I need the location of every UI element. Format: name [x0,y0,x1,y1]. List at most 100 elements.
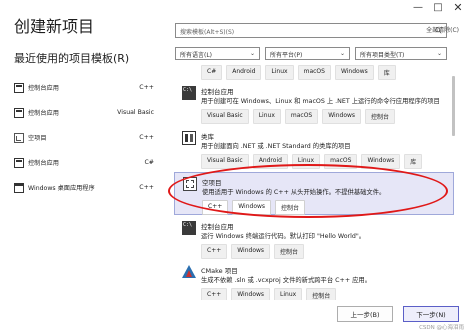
template-description: 使用适用于 Windows 的 C++ 从头开始操作。不提供基础文件。 [202,189,386,196]
search-input[interactable]: 搜索模板(Alt+S)(S) [175,23,447,38]
console-icon [14,82,24,93]
tag: C# [201,65,223,80]
chevron-down-icon: ⌄ [249,50,255,57]
template-name: 控制台应用 [201,223,234,231]
recent-item[interactable]: 控制台应用 C++ [14,75,154,100]
recent-item[interactable]: 空项目 C++ [14,125,154,150]
recent-templates-list: 控制台应用 C++ 控制台应用 Visual Basic 空项目 C++ 控制台… [14,75,154,200]
template-description: 生成不依赖 .sln 或 .vcxproj 文件的新式跨平台 C++ 应用。 [201,277,371,284]
recent-item-lang: C++ [139,84,154,91]
recent-item-lang: C++ [139,134,154,141]
tag: Linux [265,65,294,80]
language-filter-value: 所有语言(L) [180,52,213,59]
platform-filter[interactable]: 所有平台(P) ⌄ [265,47,350,60]
tag: C++ [201,244,228,259]
tag-row: C# Android Linux macOS Windows 库 [201,65,396,80]
back-button[interactable]: 上一步(B) [337,306,393,322]
empty-project-icon [14,132,24,143]
template-item[interactable]: 控制台应用 用于创建可在 Windows、Linux 和 macOS 上 .NE… [174,83,454,127]
recent-item-lang: C++ [139,184,154,191]
tag-row: Visual Basic Android Linux macOS Windows… [201,154,423,169]
tag: Linux [252,109,281,124]
tag: Windows [361,154,401,169]
template-name: 控制台应用 [201,88,234,96]
tag-row: C++ Windows 控制台 [201,244,305,259]
template-list-scrollbar[interactable] [450,64,457,300]
template-item[interactable]: C# Android Linux macOS Windows 库 [174,64,454,80]
recent-item-lang: Visual Basic [117,109,154,116]
platform-filter-value: 所有平台(P) [270,52,303,59]
console-icon [182,86,196,100]
tag: C++ [201,288,228,300]
recent-templates-heading: 最近使用的项目模板(R) [14,52,130,65]
chevron-down-icon: ⌄ [436,50,442,57]
window-controls: — □ ✕ [412,1,464,14]
console-icon [182,221,196,235]
template-item[interactable]: 类库 用于创建面向 .NET 或 .NET Standard 的类库的项目 Vi… [174,128,454,170]
recent-item-lang: C# [144,159,154,166]
tag: 库 [404,154,423,169]
tag: Linux [274,288,303,300]
template-item-selected[interactable]: 空项目 使用适用于 Windows 的 C++ 从头开始操作。不提供基础文件。 … [174,172,454,215]
watermark: CSDN @心海泪雨 [419,325,464,331]
recent-item[interactable]: Windows 桌面应用程序 C++ [14,175,154,200]
minimize-button[interactable]: — [412,1,424,13]
tag: 控制台 [275,200,306,215]
tag: macOS [284,109,319,124]
tag: 控制台 [274,244,305,259]
cmake-icon [182,265,196,278]
language-filter[interactable]: 所有语言(L) ⌄ [175,47,260,60]
desktop-app-icon [14,182,24,193]
recent-item-name: 控制台应用 [28,160,59,167]
tag-row: Visual Basic Linux macOS Windows 控制台 [201,109,396,124]
tag: 库 [377,65,396,80]
tag: Android [252,154,288,169]
library-icon [182,131,196,145]
template-description: 用于创建可在 Windows、Linux 和 macOS 上 .NET 上运行的… [201,98,440,105]
recent-item-name: 控制台应用 [28,110,59,117]
tag: Windows [231,288,271,300]
clear-all-link[interactable]: 全部清除(C) [426,25,459,34]
tag: 控制台 [306,288,337,300]
next-button[interactable]: 下一步(N) [403,306,459,322]
template-description: 用于创建面向 .NET 或 .NET Standard 的类库的项目 [201,143,351,150]
project-type-filter-value: 所有项目类型(T) [360,52,405,59]
close-button[interactable]: ✕ [452,1,464,14]
template-name: CMake 项目 [201,267,238,275]
tag: Android [226,65,262,80]
template-description: 运行 Windows 终端运行代码。默认打印 "Hello World"。 [201,233,366,240]
tag: macOS [324,154,358,169]
recent-item-name: Windows 桌面应用程序 [28,185,95,192]
recent-item-name: 控制台应用 [28,85,59,92]
tag: Windows [322,109,362,124]
tag-row: C++ Windows Linux 控制台 [201,288,337,300]
maximize-button[interactable]: □ [432,1,444,13]
template-list: C# Android Linux macOS Windows 库 控制台应用 用… [174,64,460,300]
tag-row: C++ Windows 控制台 [202,200,306,215]
template-name: 类库 [201,133,214,141]
tag: Linux [291,154,321,169]
scroll-thumb[interactable] [452,76,455,136]
recent-item-name: 空项目 [28,135,47,142]
tag: Windows [334,65,374,80]
search-placeholder: 搜索模板(Alt+S)(S) [180,29,235,36]
tag: C++ [202,200,229,215]
chevron-down-icon: ⌄ [339,50,345,57]
tag: Windows [231,244,271,259]
recent-item[interactable]: 控制台应用 C# [14,150,154,175]
template-item[interactable]: CMake 项目 生成不依赖 .sln 或 .vcxproj 文件的新式跨平台 … [174,262,454,300]
project-type-filter[interactable]: 所有项目类型(T) ⌄ [355,47,447,60]
tag: 控制台 [365,109,396,124]
tag: Visual Basic [201,154,249,169]
filter-row: 所有语言(L) ⌄ 所有平台(P) ⌄ 所有项目类型(T) ⌄ [175,47,447,60]
console-icon [14,107,24,118]
tag: Windows [232,200,272,215]
recent-item[interactable]: 控制台应用 Visual Basic [14,100,154,125]
footer-buttons: 上一步(B) 下一步(N) [337,306,459,322]
template-item[interactable]: 控制台应用 运行 Windows 终端运行代码。默认打印 "Hello Worl… [174,218,454,260]
tag: Visual Basic [201,109,249,124]
page-title: 创建新项目 [14,17,95,36]
tag: macOS [297,65,331,80]
empty-project-icon [183,177,197,191]
console-icon [14,157,24,168]
